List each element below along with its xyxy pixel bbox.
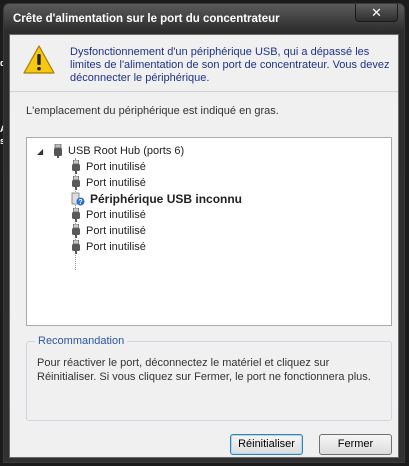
usb-hub-icon [54, 144, 62, 158]
tree-item-label: Port inutilisé [86, 209, 146, 221]
divider [10, 91, 398, 92]
usb-port-icon [72, 208, 80, 222]
dialog-content: Dysfonctionnement d'un périphérique USB,… [9, 34, 399, 458]
tree-item-port[interactable]: Port inutilisé [71, 207, 146, 223]
recommendation-group: Recommandation Pour réactiver le port, d… [26, 335, 392, 421]
tree-item-port[interactable]: Port inutilisé [71, 175, 146, 191]
close-icon: ✕ [371, 5, 382, 20]
usb-port-icon [72, 240, 80, 254]
close-button[interactable]: Fermer [319, 434, 392, 455]
location-info-text: L'emplacement du périphérique est indiqu… [26, 105, 279, 117]
recommendation-text: Pour réactiver le port, déconnectez le m… [37, 357, 371, 383]
tree-item-label: Port inutilisé [86, 241, 146, 253]
warning-icon [23, 45, 55, 74]
tree-item-port[interactable]: Port inutilisé [71, 223, 146, 239]
warning-message: Dysfonctionnement d'un périphérique USB,… [70, 46, 390, 84]
tree-root-label: USB Root Hub (ports 6) [68, 145, 185, 157]
collapse-toggle-icon[interactable]: ◢ [37, 147, 45, 156]
close-window-button[interactable]: ✕ [355, 4, 398, 22]
recommendation-title: Recommandation [35, 335, 128, 347]
usb-port-icon [72, 224, 80, 238]
window-title: Crête d'alimentation sur le port du conc… [13, 13, 280, 25]
tree-item-port[interactable]: Port inutilisé [71, 159, 146, 175]
tree-item-label: Port inutilisé [86, 225, 146, 237]
unknown-device-icon: ? [71, 192, 85, 206]
tree-root-usb-hub[interactable]: ◢ USB Root Hub (ports 6) [37, 144, 184, 158]
reset-button[interactable]: Réinitialiser [230, 434, 303, 455]
tree-item-label: Périphérique USB inconnu [90, 192, 243, 206]
tree-item-label: Port inutilisé [86, 161, 146, 173]
tree-item-unknown-device[interactable]: ? Périphérique USB inconnu [71, 191, 242, 207]
svg-text:?: ? [78, 199, 82, 206]
dialog-window: Crête d'alimentation sur le port du conc… [3, 3, 405, 463]
usb-port-icon [72, 160, 80, 174]
title-bar[interactable]: Crête d'alimentation sur le port du conc… [4, 4, 404, 30]
device-tree[interactable]: ◢ USB Root Hub (ports 6) Port inutilisé [26, 137, 392, 326]
usb-port-icon [72, 176, 80, 190]
tree-item-port[interactable]: Port inutilisé [71, 239, 146, 255]
tree-item-label: Port inutilisé [86, 177, 146, 189]
